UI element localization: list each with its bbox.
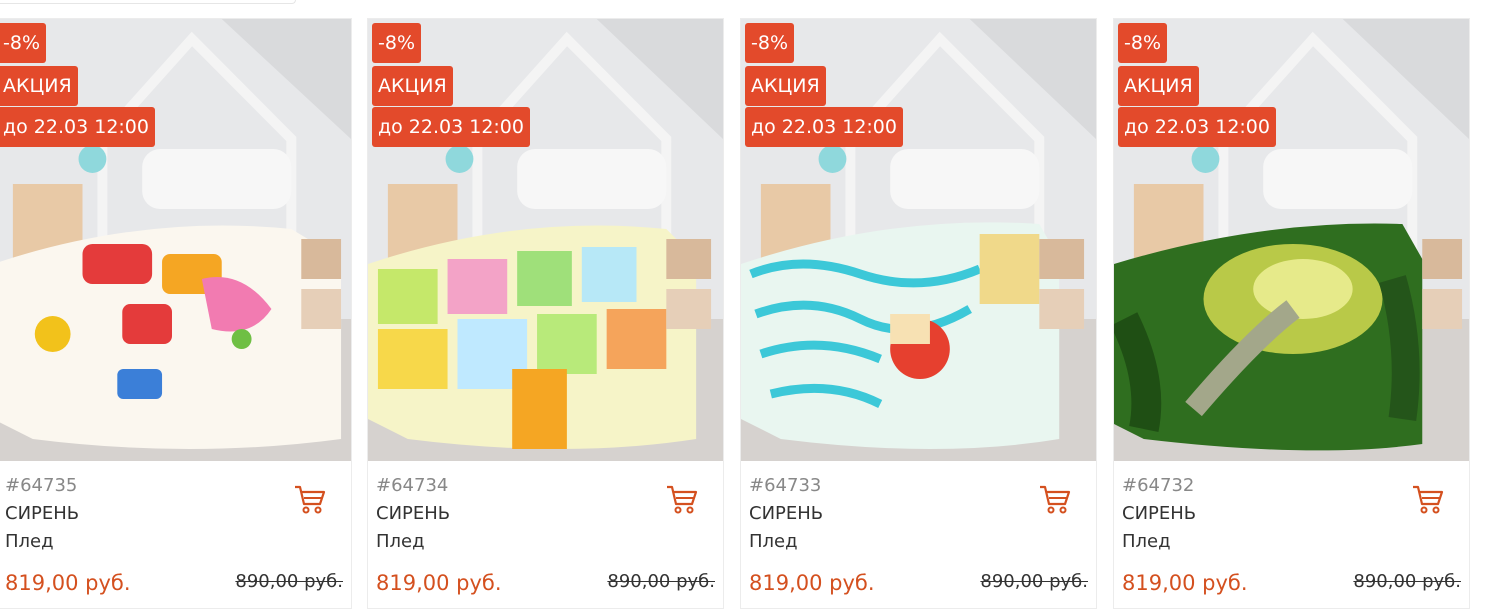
add-to-cart-button[interactable] (293, 483, 327, 515)
promo-badge: АКЦИЯ (745, 66, 826, 106)
product-info: #64734 СИРЕНЬ Плед 819,00 руб. 890,00 ру… (368, 461, 723, 608)
product-old-price: 890,00 руб. (980, 571, 1088, 592)
shopping-cart-icon (1040, 485, 1071, 514)
product-card[interactable]: -8% АКЦИЯ до 22.03 12:00 #64732 СИРЕНЬ П… (1113, 18, 1470, 609)
shopping-cart-icon (295, 485, 326, 514)
add-to-cart-button[interactable] (665, 483, 699, 515)
add-to-cart-button[interactable] (1411, 483, 1445, 515)
product-price: 819,00 руб. (1122, 571, 1248, 595)
product-type: Плед (749, 531, 798, 552)
add-to-cart-button[interactable] (1038, 483, 1072, 515)
product-brand[interactable]: СИРЕНЬ (376, 503, 450, 524)
product-image[interactable]: -8% АКЦИЯ до 22.03 12:00 (368, 19, 723, 461)
product-type: Плед (376, 531, 425, 552)
product-old-price: 890,00 руб. (235, 571, 343, 592)
discount-badge: -8% (745, 23, 794, 63)
product-card[interactable]: -8% АКЦИЯ до 22.03 12:00 #64734 СИРЕНЬ П… (367, 18, 724, 609)
product-card[interactable]: -8% АКЦИЯ до 22.03 12:00 #64735 СИРЕНЬ П… (0, 18, 352, 609)
product-info: #64733 СИРЕНЬ Плед 819,00 руб. 890,00 ру… (741, 461, 1096, 608)
promo-deadline-badge: до 22.03 12:00 (372, 107, 530, 147)
discount-badge: -8% (372, 23, 421, 63)
product-price: 819,00 руб. (376, 571, 502, 595)
top-divider (0, 0, 296, 4)
product-type: Плед (5, 531, 54, 552)
product-old-price: 890,00 руб. (1353, 571, 1461, 592)
product-image[interactable]: -8% АКЦИЯ до 22.03 12:00 (0, 19, 351, 461)
product-sku: #64734 (376, 475, 449, 496)
product-sku: #64732 (1122, 475, 1195, 496)
product-image[interactable]: -8% АКЦИЯ до 22.03 12:00 (741, 19, 1096, 461)
product-card[interactable]: -8% АКЦИЯ до 22.03 12:00 #64733 СИРЕНЬ П… (740, 18, 1097, 609)
product-brand[interactable]: СИРЕНЬ (5, 503, 79, 524)
product-brand[interactable]: СИРЕНЬ (1122, 503, 1196, 524)
product-info: #64735 СИРЕНЬ Плед 819,00 руб. 890,00 ру… (0, 461, 351, 608)
discount-badge: -8% (1118, 23, 1167, 63)
promo-badge: АКЦИЯ (1118, 66, 1199, 106)
product-price: 819,00 руб. (5, 571, 131, 595)
product-sku: #64735 (5, 475, 78, 496)
discount-badge: -8% (0, 23, 46, 63)
promo-deadline-badge: до 22.03 12:00 (745, 107, 903, 147)
product-sku: #64733 (749, 475, 822, 496)
product-image[interactable]: -8% АКЦИЯ до 22.03 12:00 (1114, 19, 1469, 461)
product-grid: -8% АКЦИЯ до 22.03 12:00 #64735 СИРЕНЬ П… (0, 18, 1498, 609)
promo-deadline-badge: до 22.03 12:00 (1118, 107, 1276, 147)
product-info: #64732 СИРЕНЬ Плед 819,00 руб. 890,00 ру… (1114, 461, 1469, 608)
promo-badge: АКЦИЯ (372, 66, 453, 106)
promo-deadline-badge: до 22.03 12:00 (0, 107, 155, 147)
shopping-cart-icon (667, 485, 698, 514)
product-type: Плед (1122, 531, 1171, 552)
product-price: 819,00 руб. (749, 571, 875, 595)
promo-badge: АКЦИЯ (0, 66, 78, 106)
product-brand[interactable]: СИРЕНЬ (749, 503, 823, 524)
product-old-price: 890,00 руб. (607, 571, 715, 592)
shopping-cart-icon (1413, 485, 1444, 514)
